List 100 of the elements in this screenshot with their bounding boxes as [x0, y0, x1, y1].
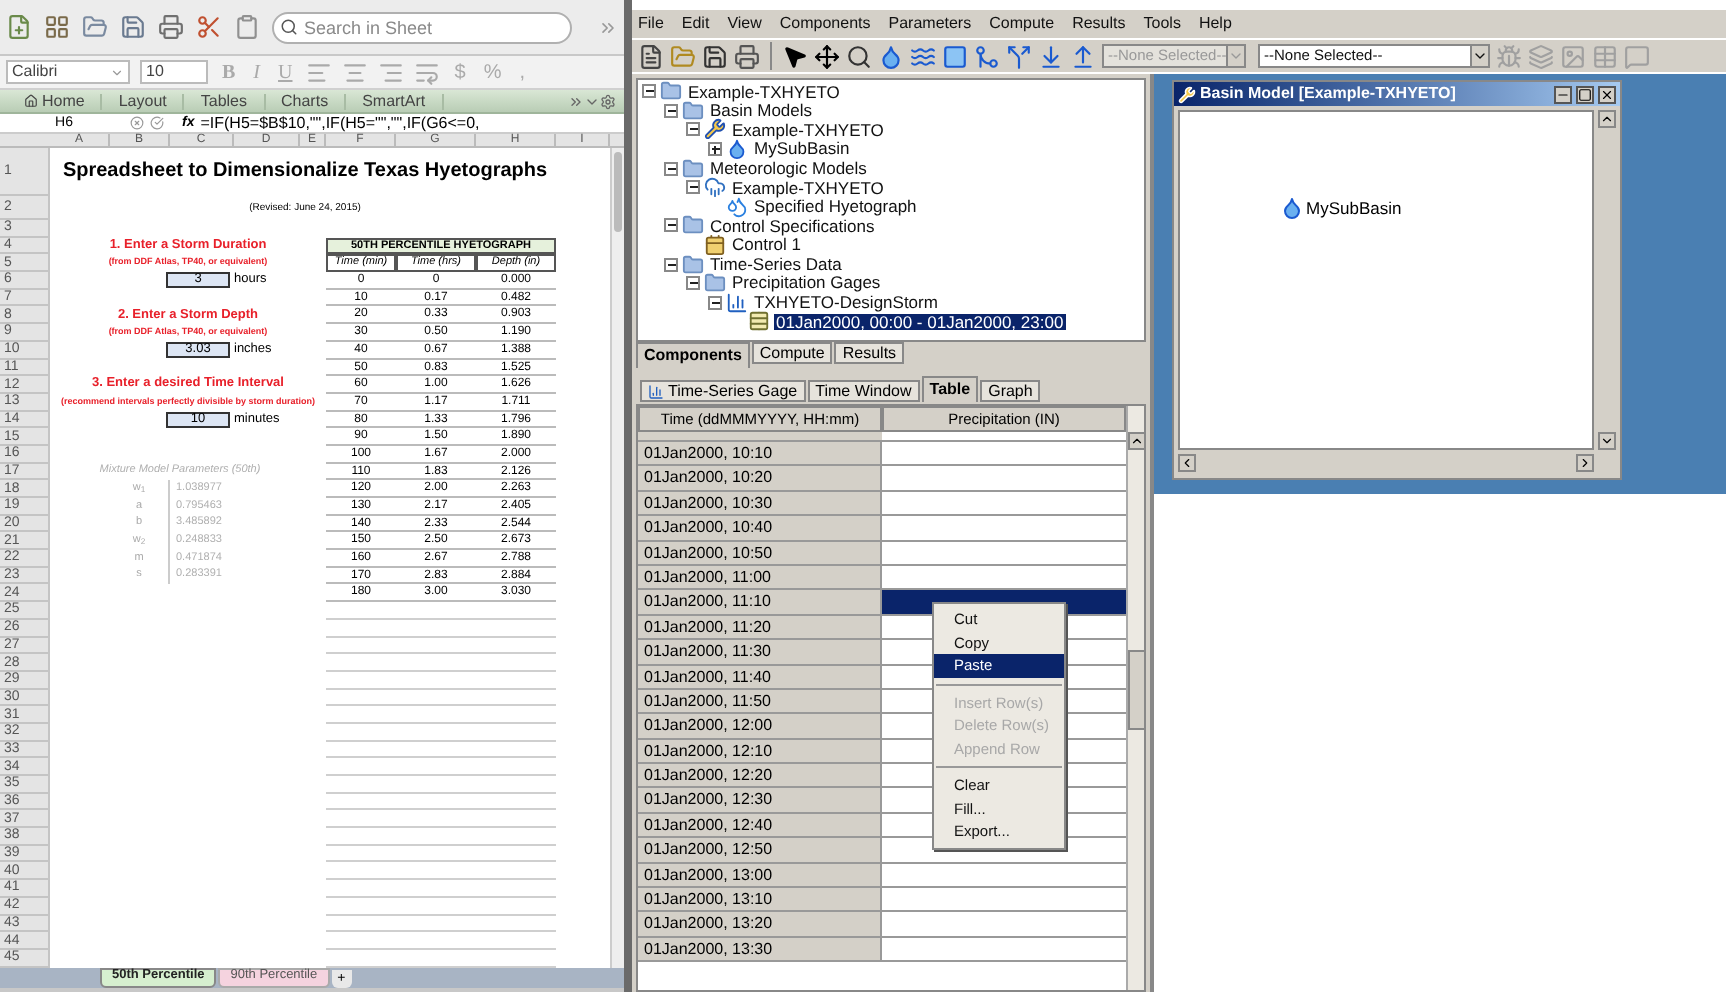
- table-row[interactable]: 01Jan2000, 11:00: [638, 565, 1126, 591]
- table-row[interactable]: 01Jan2000, 10:50: [638, 541, 1126, 566]
- vertical-scrollbar[interactable]: [1598, 110, 1616, 450]
- settings-icon[interactable]: [600, 93, 616, 109]
- collapse-icon[interactable]: [686, 122, 700, 137]
- tree-item[interactable]: Meteorologic Models: [708, 159, 869, 177]
- ribbon-tab[interactable]: Home: [8, 93, 103, 109]
- arrow-up-icon[interactable]: [1070, 43, 1096, 69]
- collapse-icon[interactable]: [708, 295, 722, 310]
- table-row[interactable]: 01Jan2000, 10:30: [638, 491, 1126, 517]
- ribbon-tab[interactable]: Charts: [265, 93, 347, 109]
- align-left-icon[interactable]: [306, 59, 333, 85]
- search-field[interactable]: Search in Sheet: [272, 11, 572, 43]
- ribbon-tab[interactable]: SmartArt: [346, 93, 444, 109]
- pointer-icon[interactable]: [782, 43, 808, 69]
- waves-icon[interactable]: [910, 43, 936, 69]
- menu-item[interactable]: Tools: [1143, 16, 1181, 32]
- wrap-text-icon[interactable]: [414, 59, 441, 85]
- grid-icon[interactable]: [44, 14, 70, 40]
- tree-item[interactable]: Example-TXHYETO: [686, 83, 842, 101]
- horizontal-scrollbar[interactable]: [1178, 454, 1594, 474]
- tree-item[interactable]: Control 1: [730, 236, 803, 254]
- more-icon[interactable]: [568, 93, 584, 109]
- save-icon[interactable]: [120, 14, 146, 40]
- align-right-icon[interactable]: [378, 59, 405, 85]
- menu-item[interactable]: Help: [1198, 16, 1232, 32]
- folder-icon[interactable]: [82, 14, 108, 40]
- editor-tab[interactable]: Table: [921, 376, 979, 402]
- panel-tab[interactable]: Results: [834, 342, 905, 364]
- scroll-down-icon[interactable]: [1598, 432, 1616, 450]
- scroll-up-icon[interactable]: [1128, 432, 1144, 450]
- cancel-icon[interactable]: [130, 116, 144, 130]
- tree-item[interactable]: Specified Hyetograph: [752, 198, 919, 216]
- split-icon[interactable]: [1006, 43, 1032, 69]
- minimize-icon[interactable]: [1554, 85, 1572, 103]
- collapse-icon[interactable]: [664, 103, 678, 118]
- save-icon[interactable]: [702, 43, 728, 69]
- droplet-icon[interactable]: [1280, 196, 1304, 220]
- menu-item[interactable]: Parameters: [888, 16, 972, 32]
- move-icon[interactable]: [814, 43, 840, 69]
- table-row[interactable]: 01Jan2000, 10:20: [638, 466, 1126, 492]
- scissors-icon[interactable]: [196, 14, 222, 40]
- tree-item[interactable]: Time-Series Data: [708, 255, 844, 273]
- merge-icon[interactable]: [974, 43, 1000, 69]
- collapse-icon[interactable]: [642, 84, 656, 99]
- font-field[interactable]: Calibri: [6, 60, 130, 84]
- element-label[interactable]: MySubBasin: [1306, 199, 1402, 217]
- collapse-icon[interactable]: [664, 257, 678, 272]
- menu-item[interactable]: Results: [1072, 16, 1126, 32]
- menu-item[interactable]: Compute: [989, 16, 1055, 32]
- menu-item[interactable]: Edit: [681, 16, 710, 32]
- table-row[interactable]: 01Jan2000, 13:10: [638, 888, 1126, 913]
- scroll-up-icon[interactable]: [1598, 110, 1616, 128]
- collapse-icon[interactable]: [664, 161, 678, 176]
- table-row[interactable]: 01Jan2000, 10:10: [638, 442, 1126, 467]
- tree-item[interactable]: TXHYETO-DesignStorm: [752, 294, 940, 312]
- table-row[interactable]: 01Jan2000, 10:40: [638, 516, 1126, 542]
- editor-tab[interactable]: Time-Series Gage: [640, 380, 806, 402]
- droplet-icon[interactable]: [878, 43, 904, 69]
- tree-item[interactable]: Precipitation Gages: [730, 274, 883, 292]
- ribbon-tab[interactable]: Tables: [184, 93, 265, 109]
- zoom-icon[interactable]: [846, 43, 872, 69]
- collapse-icon[interactable]: [686, 276, 700, 291]
- print-icon[interactable]: [158, 14, 184, 40]
- table-row[interactable]: 01Jan2000, 13:20: [638, 912, 1126, 938]
- scrollbar-thumb[interactable]: [614, 152, 622, 232]
- align-center-icon[interactable]: [342, 59, 369, 85]
- font-size-field[interactable]: 10: [140, 60, 208, 84]
- menu-item[interactable]: File: [638, 16, 664, 32]
- print-icon[interactable]: [734, 43, 760, 69]
- close-icon[interactable]: [1598, 85, 1616, 103]
- tree-item[interactable]: Example-TXHYETO: [730, 121, 886, 139]
- square-icon[interactable]: [942, 43, 968, 69]
- new-file-icon[interactable]: [638, 43, 664, 69]
- scroll-right-icon[interactable]: [1576, 454, 1594, 472]
- formula-field[interactable]: =IF(H5=$B$10,"",IF(H5="","",IF(G6<=0,: [200, 115, 480, 131]
- collapse-icon[interactable]: [664, 218, 678, 233]
- menu-item[interactable]: View: [727, 16, 762, 32]
- vertical-scrollbar[interactable]: [610, 148, 624, 968]
- vertical-scrollbar[interactable]: [1126, 406, 1144, 990]
- more-icon[interactable]: [598, 17, 618, 37]
- clipboard-icon[interactable]: [234, 14, 260, 40]
- confirm-icon[interactable]: [150, 116, 164, 130]
- scroll-left-icon[interactable]: [1178, 454, 1196, 472]
- editor-tab[interactable]: Graph: [980, 380, 1041, 402]
- scrollbar-thumb[interactable]: [1128, 650, 1144, 730]
- arrow-down-icon[interactable]: [1038, 43, 1064, 69]
- editor-tab[interactable]: Time Window: [807, 380, 920, 402]
- table-row[interactable]: 01Jan2000, 13:30: [638, 937, 1126, 963]
- tree-item[interactable]: Example-TXHYETO: [730, 179, 886, 197]
- new-document-icon[interactable]: [6, 14, 32, 40]
- ribbon-tab[interactable]: Layout: [102, 93, 185, 109]
- menu-item[interactable]: Components: [779, 16, 871, 32]
- tree-item[interactable]: Control Specifications: [708, 217, 877, 235]
- expand-icon[interactable]: [708, 142, 722, 157]
- tree-item[interactable]: MySubBasin: [752, 140, 852, 158]
- panel-tab[interactable]: Compute: [751, 342, 833, 364]
- panel-tab[interactable]: Components: [636, 342, 750, 368]
- tree-item[interactable]: 01Jan2000, 00:00 - 01Jan2000, 23:00: [774, 313, 1066, 331]
- tree-item[interactable]: Basin Models: [708, 102, 815, 120]
